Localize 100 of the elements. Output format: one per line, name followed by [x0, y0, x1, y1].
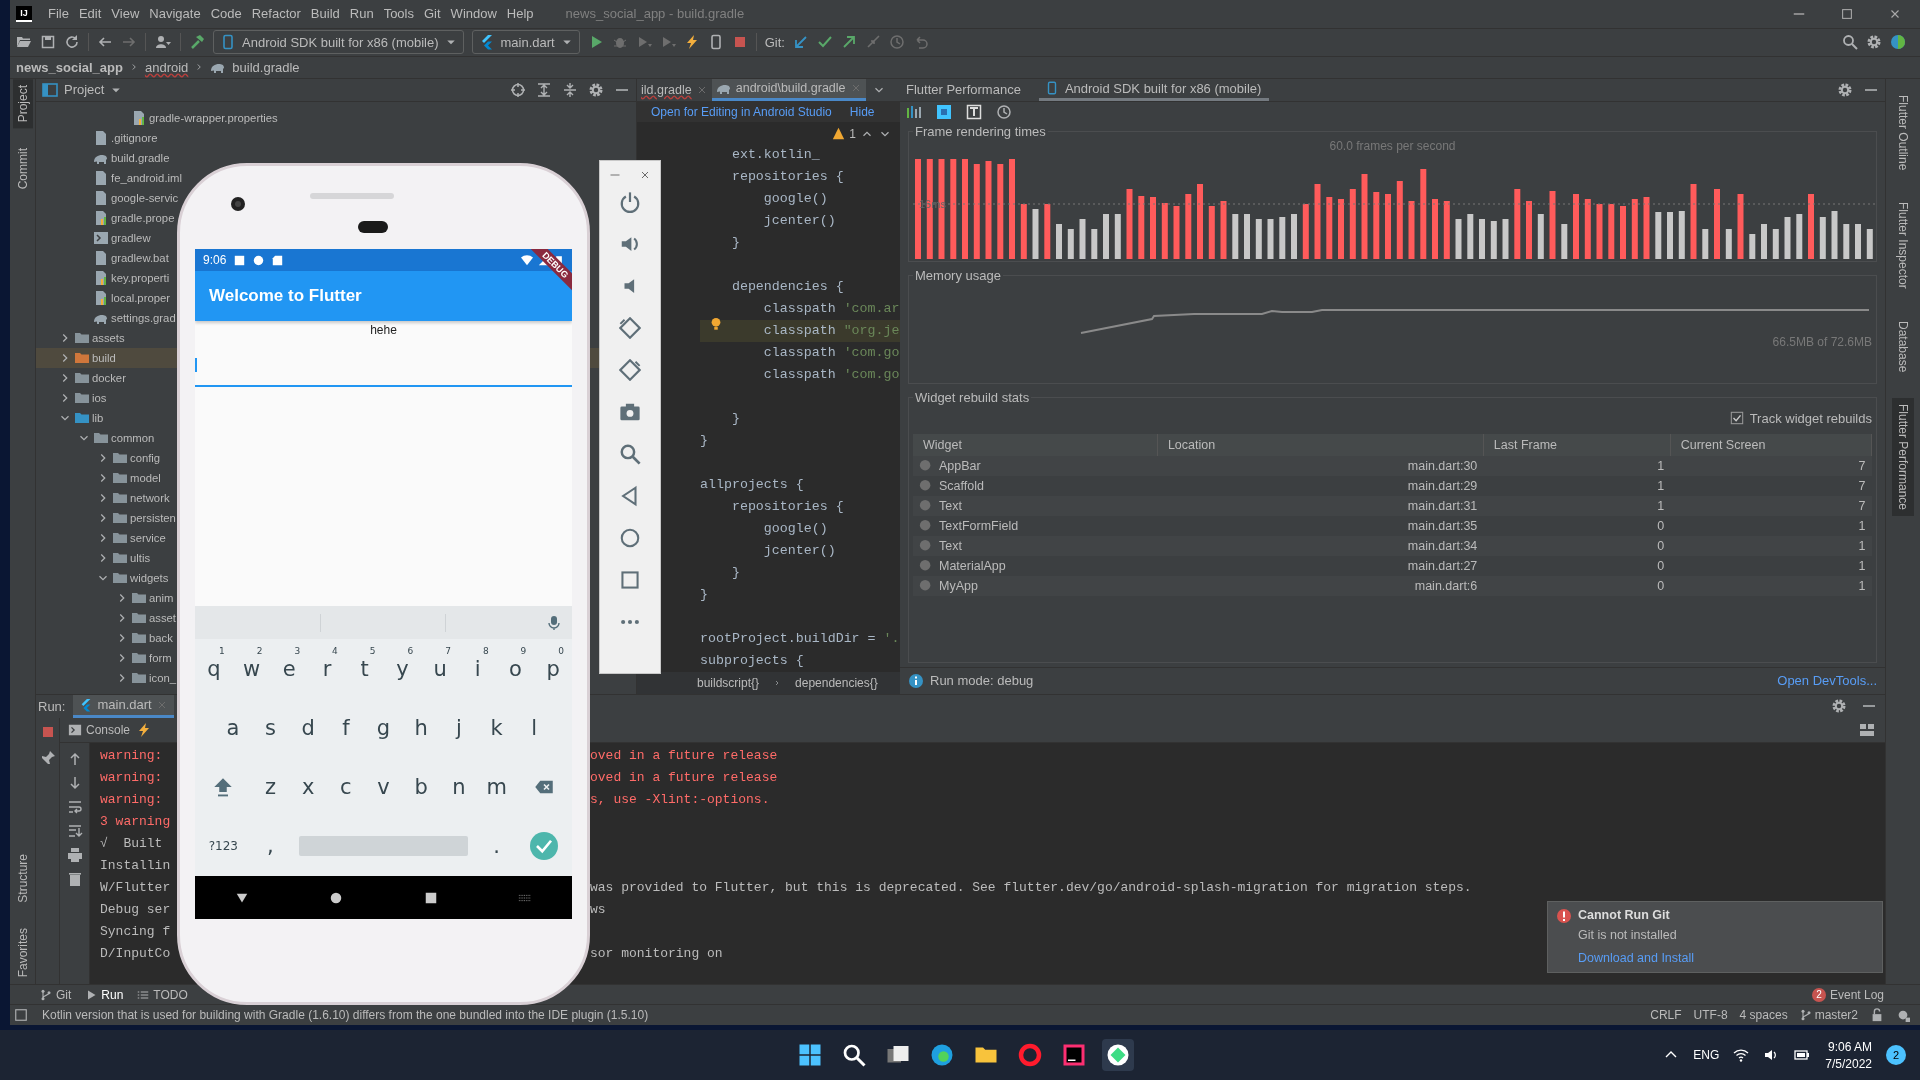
tree-item[interactable]: common	[111, 431, 155, 444]
menu-item[interactable]: Code	[210, 6, 242, 22]
menu-item[interactable]: Build	[310, 6, 340, 22]
keyboard-key[interactable]: a	[214, 702, 252, 753]
menu-item[interactable]: View	[111, 6, 140, 22]
tree-item[interactable]: ultis	[130, 551, 151, 564]
clock-icon[interactable]	[996, 103, 1012, 120]
tree-item[interactable]: .gitignore	[111, 131, 158, 144]
layout-icon[interactable]	[1859, 721, 1875, 738]
tree-item[interactable]: assets	[92, 331, 125, 344]
rotate-left-icon[interactable]	[619, 317, 641, 339]
save-icon[interactable]	[40, 34, 56, 51]
tool-tab[interactable]: TODO	[137, 987, 188, 1002]
wifi-icon[interactable]	[1733, 1047, 1750, 1063]
tree-item[interactable]: network	[130, 491, 170, 504]
tree-item[interactable]: build.gradle	[111, 151, 170, 164]
tree-item[interactable]: fe_android.iml	[111, 171, 182, 184]
keyboard-key[interactable]: w 2	[232, 643, 271, 694]
breadcrumb-item[interactable]: android	[144, 59, 189, 75]
status-message[interactable]: Kotlin version that is used for building with Gradle (1.6.10) differs from the one bundled into the IDE plugin (1.5.10)	[42, 1008, 649, 1023]
keyboard-key[interactable]: n	[440, 762, 478, 813]
tree-item[interactable]: google-servic	[111, 191, 179, 204]
menu-item[interactable]: Tools	[383, 6, 414, 22]
menu-item[interactable]: File	[48, 6, 69, 22]
tree-item[interactable]: key.properti	[111, 271, 170, 284]
tree-item[interactable]: settings.grad	[111, 311, 176, 324]
settings-icon[interactable]	[1866, 34, 1882, 51]
status-icon[interactable]	[14, 1008, 28, 1023]
checked-box-icon[interactable]	[1729, 411, 1744, 426]
clock[interactable]: 9:06 AM 7/5/2022	[1825, 1039, 1872, 1071]
soft-wrap-icon[interactable]	[66, 798, 83, 815]
palette-icon[interactable]	[1890, 34, 1906, 51]
panel-title[interactable]: Project	[64, 82, 105, 98]
battery-icon[interactable]	[1793, 1047, 1812, 1063]
editor-tab[interactable]: android\build.gradle	[711, 78, 866, 101]
enter-key-icon[interactable]	[529, 832, 558, 861]
text-icon[interactable]	[966, 103, 982, 120]
warning-icon[interactable]	[832, 127, 846, 141]
tree-item[interactable]: docker	[92, 371, 126, 384]
keyboard-key[interactable]: g	[364, 702, 403, 753]
keyboard-key[interactable]: l	[515, 702, 554, 753]
bar-chart-icon[interactable]	[906, 103, 922, 120]
column-header[interactable]: Widget	[913, 433, 1158, 456]
zoom-icon[interactable]	[619, 443, 641, 465]
menu-item[interactable]: Edit	[78, 6, 102, 22]
hammer-icon[interactable]	[189, 34, 205, 51]
open-in-android-studio-link[interactable]: Open for Editing in Android Studio	[651, 104, 832, 119]
tool-tab[interactable]: Git	[40, 987, 72, 1002]
tool-window-tab[interactable]: Database	[1892, 314, 1914, 379]
event-log-link[interactable]: Event Log	[1829, 987, 1884, 1002]
keyboard-key[interactable]: e 3	[270, 643, 309, 694]
lock-icon[interactable]	[1870, 1008, 1884, 1023]
tree-item[interactable]: persisten	[130, 511, 176, 524]
breadcrumb-item[interactable]: news_social_app	[16, 59, 123, 75]
console-tab[interactable]: Console	[68, 722, 131, 737]
close-icon[interactable]	[639, 169, 651, 181]
tree-item[interactable]: ios	[92, 391, 107, 404]
collapse-all-icon[interactable]	[562, 81, 578, 98]
keyboard-key[interactable]: h	[402, 702, 441, 753]
tool-window-tab[interactable]: Commit	[12, 142, 33, 196]
keyboard-key[interactable]: i 8	[458, 643, 497, 694]
open-devtools-link[interactable]: Open DevTools...	[1777, 673, 1877, 689]
person-icon[interactable]	[154, 34, 172, 51]
settings-icon[interactable]	[1837, 81, 1853, 98]
keyboard-key[interactable]: .	[477, 821, 516, 872]
keyboard-key[interactable]: q 1	[195, 643, 233, 694]
menu-item[interactable]: Run	[349, 6, 374, 22]
lightbulb-icon[interactable]	[709, 315, 723, 332]
tree-item[interactable]: form	[149, 651, 172, 664]
download-link[interactable]: Download and Install	[1578, 950, 1874, 966]
keyboard-key[interactable]: x	[289, 762, 327, 813]
diamond-app-icon[interactable]	[1102, 1039, 1134, 1071]
tool-window-tab[interactable]: Flutter Inspector	[1892, 196, 1914, 295]
inspector-icon[interactable]	[1896, 1008, 1910, 1023]
tree-item[interactable]: anim	[149, 591, 174, 604]
print-icon[interactable]	[66, 846, 83, 863]
rotate-right-icon[interactable]	[619, 359, 641, 381]
tool-window-tab[interactable]: Structure	[12, 847, 33, 909]
symbols-key[interactable]: ?123	[195, 821, 252, 872]
home-icon[interactable]	[329, 890, 344, 905]
tree-item[interactable]: build	[92, 351, 116, 364]
panel-tab[interactable]: Flutter Performance	[906, 78, 1029, 101]
keyboard-key[interactable]: j	[440, 702, 478, 753]
device-dropdown[interactable]: Android SDK built for x86 (mobile)	[213, 30, 464, 55]
power-icon[interactable]	[619, 191, 641, 213]
keyboard-key[interactable]: u 7	[421, 643, 459, 694]
breadcrumb-item[interactable]: dependencies{}	[795, 675, 878, 690]
camera-icon[interactable]	[619, 401, 641, 423]
pin-icon[interactable]	[39, 749, 56, 766]
tree-item[interactable]: icon_	[149, 671, 176, 684]
run-config-dropdown[interactable]: main.dart	[471, 30, 580, 55]
tree-item[interactable]: back	[149, 631, 173, 644]
menu-item[interactable]: Help	[506, 6, 534, 22]
panel-tab[interactable]: Android SDK built for x86 (mobile)	[1038, 78, 1270, 101]
tree-item[interactable]: widgets	[130, 571, 169, 584]
expand-all-icon[interactable]	[536, 81, 552, 98]
keyboard-key[interactable]: ,	[251, 821, 290, 872]
microphone-icon[interactable]	[546, 614, 562, 631]
keyboard-key[interactable]: d	[289, 702, 327, 753]
notification-badge[interactable]: 2	[1886, 1045, 1906, 1065]
